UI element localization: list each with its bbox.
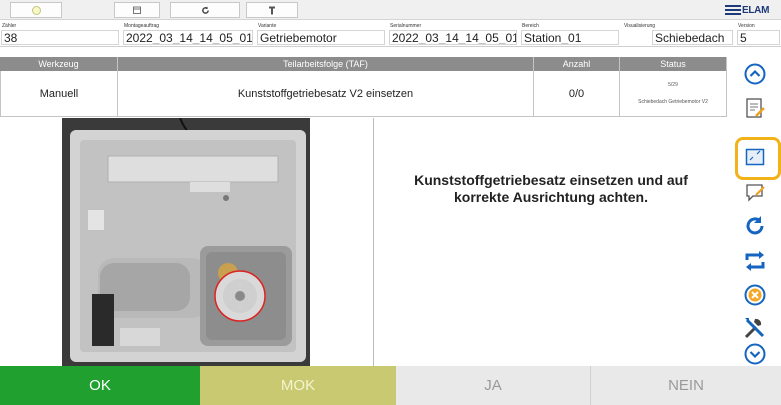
logo-text: ELAM: [742, 4, 770, 16]
result-button-bar: OK MOK JA NEIN: [0, 366, 781, 405]
seriennummer-field: Serialnummer 2022_03_14_14_05_01: [388, 21, 518, 47]
version-label: Version: [738, 23, 755, 29]
chevron-up-icon: [744, 63, 766, 85]
seriennummer-label: Serialnummer: [390, 23, 422, 29]
toolbar-button-refresh[interactable]: [170, 2, 240, 18]
instruction-image-panel: [0, 117, 374, 366]
scroll-down-button[interactable]: [729, 342, 781, 366]
reload-button[interactable]: [729, 210, 781, 242]
montageauftrag-label: Montageauftrag: [124, 23, 160, 29]
variante-value: Getriebemotor: [257, 30, 385, 45]
comment-edit-icon: [746, 184, 765, 202]
nein-button[interactable]: NEIN: [591, 366, 781, 405]
mok-button[interactable]: MOK: [200, 366, 396, 405]
scroll-up-button[interactable]: [729, 58, 781, 90]
refresh-icon: [201, 5, 209, 14]
task-row[interactable]: Manuell Kunststoffgetriebesatz V2 einset…: [0, 71, 727, 117]
bereich-value: Station_01: [521, 30, 619, 45]
calendar-icon: [133, 6, 141, 14]
cancel-circle-icon: [744, 284, 766, 306]
fullscreen-button-highlight: [735, 137, 781, 180]
cancel-button[interactable]: [729, 279, 781, 311]
ja-button[interactable]: JA: [396, 366, 591, 405]
elam-logo: ELAM: [725, 1, 781, 19]
column-header-werkzeug: Werkzeug: [0, 57, 118, 71]
status-cell: 5/29 Schiebedach Getriebemotor V2: [620, 71, 727, 116]
gear-motor-photo: [62, 117, 310, 366]
montageauftrag-field: Montageauftrag 2022_03_14_14_05_01: [122, 21, 254, 47]
status-count: 5/29: [668, 82, 678, 88]
toolbar-button-status[interactable]: [10, 2, 62, 18]
column-header-status: Status: [620, 57, 727, 71]
instruction-text-panel: Kunststoffgetriebesatz einsetzen und auf…: [375, 118, 727, 366]
column-header-anzahl: Anzahl: [534, 57, 620, 71]
info-row: Zähler 38 Montageauftrag 2022_03_14_14_0…: [0, 21, 781, 47]
bereich-label: Bereich: [522, 23, 539, 29]
comment-button[interactable]: [729, 178, 781, 208]
logo-bars-icon: [725, 5, 741, 15]
montageauftrag-value: 2022_03_14_14_05_01: [123, 30, 253, 45]
top-toolbar: ELAM: [0, 0, 781, 20]
status-text: Schiebedach Getriebemotor V2: [638, 99, 708, 105]
zaehler-label: Zähler: [2, 23, 17, 29]
action-sidebar: [729, 57, 781, 366]
instruction-text: Kunststoffgetriebesatz einsetzen und auf…: [414, 172, 688, 205]
zaehler-value: 38: [1, 30, 119, 45]
toolbar-button-filter[interactable]: [246, 2, 298, 18]
tools-button[interactable]: [729, 313, 781, 343]
tools-icon: [744, 318, 765, 339]
repeat-icon: [745, 251, 765, 271]
variante-label: Variante: [258, 23, 277, 29]
variante-field: Variante Getriebemotor: [256, 21, 386, 47]
filter-icon: [269, 6, 275, 14]
chevron-down-icon: [744, 343, 766, 365]
column-header-taf: Teilarbeitsfolge (TAF): [118, 57, 534, 71]
anzahl-cell: 0/0: [534, 71, 620, 116]
visualisierung-label: Visualisierung: [624, 23, 656, 29]
repeat-button[interactable]: [729, 245, 781, 277]
seriennummer-value: 2022_03_14_14_05_01: [389, 30, 517, 45]
version-field: Version 5: [736, 21, 781, 47]
visualisierung-field: Visualisierung Schiebedach: [622, 21, 734, 47]
werkzeug-cell: Manuell: [1, 71, 118, 116]
visualisierung-value: Schiebedach: [652, 30, 733, 45]
taf-cell: Kunststoffgetriebesatz V2 einsetzen: [118, 71, 534, 116]
version-value: 5: [737, 30, 780, 45]
edit-document-button[interactable]: [729, 92, 781, 124]
zaehler-field: Zähler 38: [0, 21, 120, 47]
ok-button[interactable]: OK: [0, 366, 200, 405]
bereich-field: Bereich Station_01: [520, 21, 620, 47]
circle-status-icon: [31, 5, 41, 15]
toolbar-button-calendar[interactable]: [114, 2, 160, 18]
task-table-header: Werkzeug Teilarbeitsfolge (TAF) Anzahl S…: [0, 57, 727, 71]
edit-document-icon: [746, 98, 765, 118]
reload-icon: [746, 216, 764, 235]
